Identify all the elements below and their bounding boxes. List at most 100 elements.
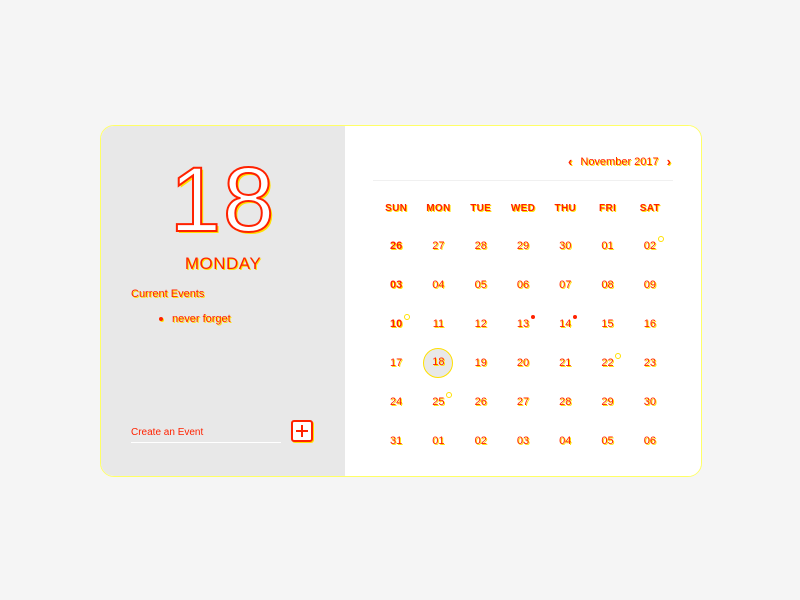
day-cell: 13	[502, 309, 544, 339]
calendar-day[interactable]: 27	[423, 231, 453, 261]
day-cell: 03	[375, 270, 417, 300]
calendar-day[interactable]: 03	[381, 270, 411, 300]
event-ring-icon	[404, 313, 410, 320]
day-cell: 21	[544, 348, 586, 378]
day-cell: 02	[629, 231, 671, 261]
day-cell: 10	[375, 309, 417, 339]
calendar-day[interactable]: 23	[635, 348, 665, 378]
calendar-day[interactable]: 19	[466, 348, 496, 378]
chevron-left-icon[interactable]: ‹	[568, 154, 572, 169]
calendar-day[interactable]: 05	[466, 270, 496, 300]
calendar-day[interactable]: 30	[550, 231, 580, 261]
day-cell: 02	[460, 426, 502, 456]
day-cell: 25	[417, 387, 459, 417]
plus-icon-stroke	[301, 425, 303, 437]
weekday-header: THU	[554, 202, 576, 214]
chevron-right-icon[interactable]: ›	[667, 154, 671, 169]
day-cell: 29	[586, 387, 628, 417]
calendar-day[interactable]: 02	[466, 426, 496, 456]
selected-day-number: 18	[169, 149, 277, 251]
day-cell: 14	[544, 309, 586, 339]
day-cell: 22	[586, 348, 628, 378]
calendar-day[interactable]: 13	[508, 309, 538, 339]
calendar-day[interactable]: 11	[423, 309, 453, 339]
day-cell: 06	[629, 426, 671, 456]
day-cell: 01	[417, 426, 459, 456]
calendar-day[interactable]: 06	[508, 270, 538, 300]
calendar-grid: SUN MON TUE WED THU FRI SAT 26 27 28 29 30 01 02 03 04 0…	[375, 190, 671, 460]
month-label: November 2017	[580, 155, 659, 168]
event-ring-icon	[657, 235, 664, 242]
weekday-header-row: SUN MON TUE WED THU FRI SAT	[375, 190, 671, 226]
add-event-button[interactable]	[291, 420, 313, 442]
calendar-day[interactable]: 14	[550, 309, 580, 339]
calendar-day[interactable]: 17	[381, 348, 411, 378]
day-cell: 27	[417, 231, 459, 261]
calendar-day[interactable]: 15	[593, 309, 623, 339]
day-cell: 05	[586, 426, 628, 456]
weekday-header: SAT	[639, 202, 660, 214]
day-cell: 17	[375, 348, 417, 378]
day-cell: 04	[417, 270, 459, 300]
event-label: never forget	[172, 313, 231, 325]
calendar-day[interactable]: 26	[466, 387, 496, 417]
calendar-day[interactable]: 26	[381, 231, 411, 261]
day-cell: 08	[586, 270, 628, 300]
day-cell: 24	[375, 387, 417, 417]
event-ring-icon	[446, 391, 453, 398]
day-cell: 30	[629, 387, 671, 417]
calendar-day[interactable]: 28	[466, 231, 496, 261]
day-cell: 20	[502, 348, 544, 378]
calendar-day[interactable]: 06	[635, 426, 665, 456]
calendar-day[interactable]: 24	[381, 387, 411, 417]
day-cell: 15	[586, 309, 628, 339]
calendar-day[interactable]: 04	[550, 426, 580, 456]
calendar-day[interactable]: 12	[466, 309, 496, 339]
week-row: 10 11 12 13 14 15 16	[375, 304, 671, 343]
calendar-day[interactable]: 09	[635, 270, 665, 300]
day-cell: 06	[502, 270, 544, 300]
create-event-input[interactable]	[131, 422, 281, 443]
header-divider	[373, 180, 673, 181]
day-cell: 18	[417, 347, 459, 378]
day-cell: 27	[502, 387, 544, 417]
calendar-day[interactable]: 03	[508, 426, 538, 456]
calendar-day[interactable]: 04	[423, 270, 453, 300]
day-cell: 26	[460, 387, 502, 417]
day-cell: 28	[544, 387, 586, 417]
day-cell: 28	[460, 231, 502, 261]
day-cell: 23	[629, 348, 671, 378]
calendar-day[interactable]: 27	[508, 387, 538, 417]
calendar-day[interactable]: 01	[593, 231, 623, 261]
calendar-day[interactable]: 22	[593, 348, 623, 378]
calendar-day[interactable]: 29	[508, 231, 538, 261]
calendar-day[interactable]: 20	[508, 348, 538, 378]
day-detail-panel: 18 MONDAY Current Events never forget	[101, 126, 345, 476]
day-cell: 19	[460, 348, 502, 378]
day-cell: 09	[629, 270, 671, 300]
calendar-day[interactable]: 31	[381, 426, 411, 456]
day-cell: 07	[544, 270, 586, 300]
weekday-header: MON	[426, 202, 451, 214]
weekday-header: WED	[510, 202, 536, 214]
event-dot-icon	[530, 314, 535, 319]
bullet-icon	[159, 317, 163, 321]
calendar-day[interactable]: 16	[635, 309, 665, 339]
calendar-day[interactable]: 05	[593, 426, 623, 456]
calendar-day[interactable]: 28	[550, 387, 580, 417]
day-cell: 11	[417, 309, 459, 339]
week-row: 03 04 05 06 07 08 09	[375, 265, 671, 304]
event-item[interactable]: never forget	[159, 313, 231, 325]
calendar-day[interactable]: 08	[593, 270, 623, 300]
month-navigation: ‹ November 2017 ›	[568, 154, 671, 169]
calendar-day[interactable]: 07	[550, 270, 580, 300]
day-cell: 12	[460, 309, 502, 339]
calendar-day[interactable]: 30	[635, 387, 665, 417]
day-cell: 29	[502, 231, 544, 261]
selected-day[interactable]: 18	[423, 347, 454, 378]
calendar-day[interactable]: 29	[593, 387, 623, 417]
calendar-day[interactable]: 01	[423, 426, 453, 456]
calendar-day[interactable]: 21	[550, 348, 580, 378]
day-cell: 26	[375, 231, 417, 261]
event-dot-icon	[573, 314, 578, 319]
